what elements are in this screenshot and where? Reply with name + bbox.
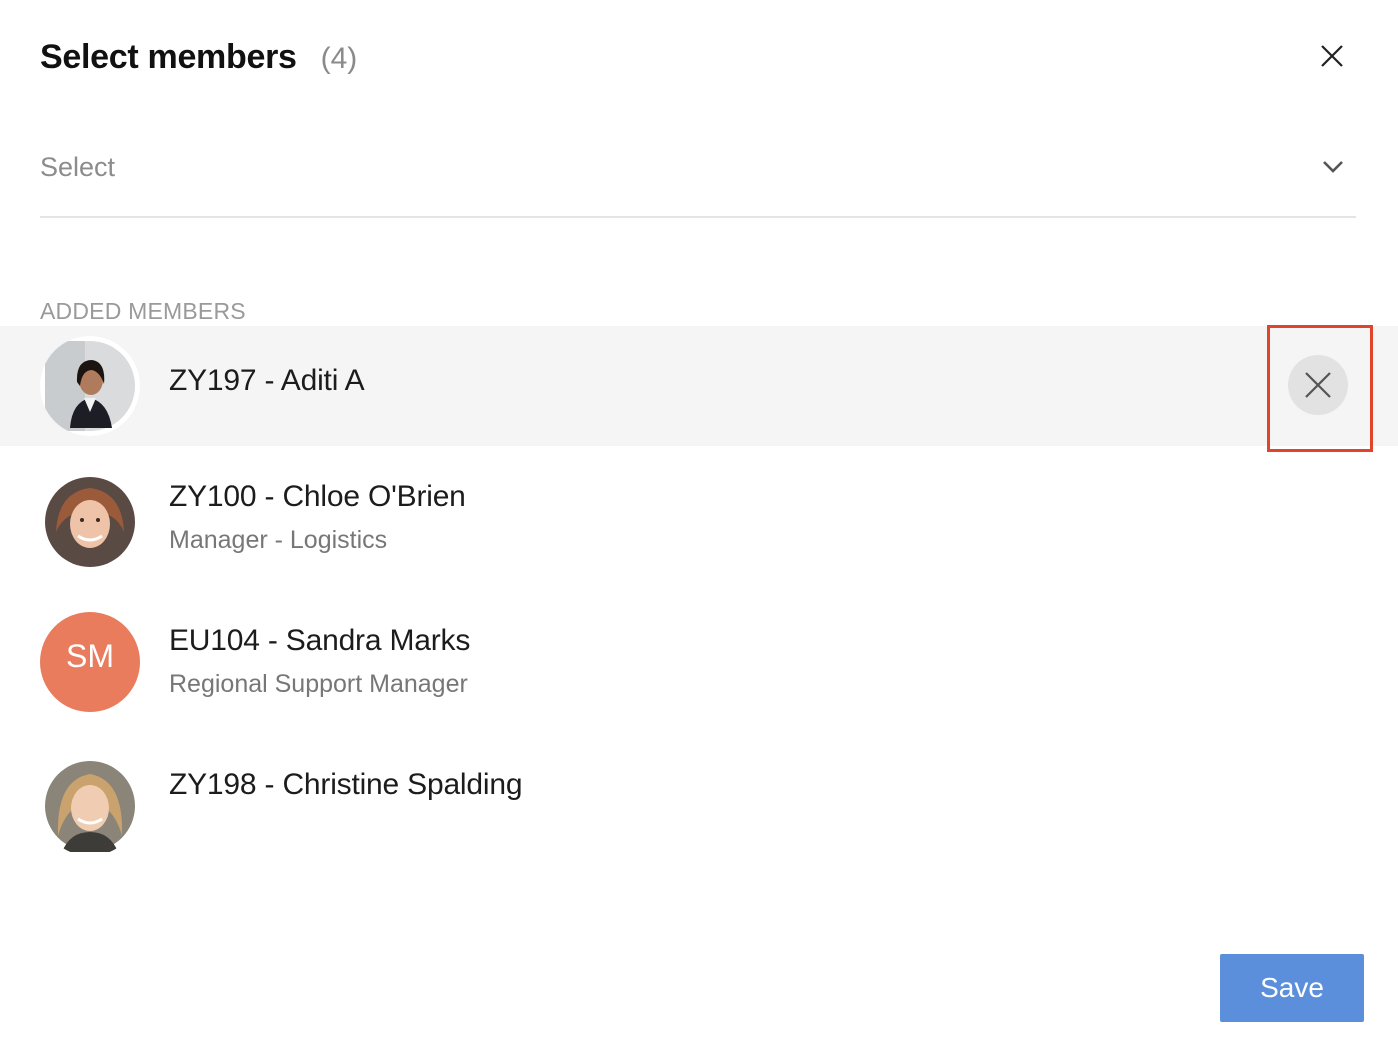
member-name: ZY198 - Christine Spalding: [169, 768, 523, 801]
member-role: Manager - Logistics: [169, 526, 388, 554]
member-row: SM EU104 - Sandra Marks Regional Support…: [0, 606, 1398, 726]
avatar: [40, 472, 140, 572]
member-select-dropdown[interactable]: Select: [40, 140, 1356, 218]
member-name: EU104 - Sandra Marks: [169, 624, 471, 657]
member-row: ZY198 - Christine Spalding: [0, 750, 1398, 870]
member-row: ZY197 - Aditi A: [0, 326, 1398, 446]
member-name: ZY197 - Aditi A: [169, 364, 365, 397]
dialog-title: Select members: [40, 38, 297, 76]
member-row: ZY100 - Chloe O'Brien Manager - Logistic…: [0, 466, 1398, 586]
avatar: [40, 336, 140, 436]
select-members-dialog: Select members (4) Select ADDED MEMBERS: [0, 0, 1398, 1058]
member-name: ZY100 - Chloe O'Brien: [169, 480, 466, 513]
close-icon: [1305, 372, 1331, 398]
avatar: [40, 756, 140, 856]
dialog-header: Select members (4): [40, 38, 357, 77]
save-button[interactable]: Save: [1220, 954, 1364, 1022]
select-placeholder: Select: [40, 152, 116, 182]
member-count: (4): [320, 42, 358, 75]
chevron-down-icon: [1323, 161, 1343, 173]
remove-member-button[interactable]: [1288, 355, 1348, 415]
member-role: Regional Support Manager: [169, 670, 468, 698]
avatar: SM: [40, 612, 140, 712]
close-dialog-button[interactable]: [1312, 38, 1352, 78]
close-icon: [1321, 45, 1343, 67]
added-members-heading: ADDED MEMBERS: [40, 298, 246, 324]
